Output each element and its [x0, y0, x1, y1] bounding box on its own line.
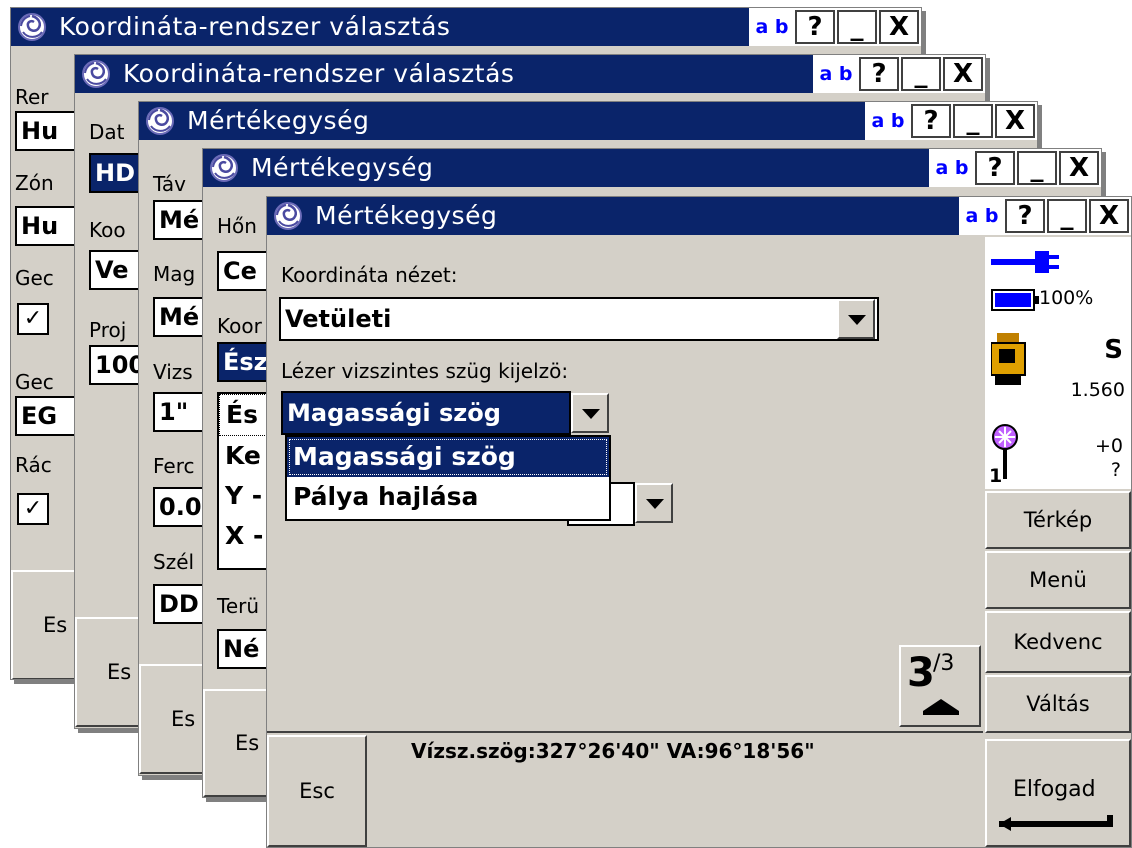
prism-offset: +0	[1094, 435, 1123, 457]
rose-app-icon	[273, 201, 303, 231]
minimize-button[interactable]: _	[837, 10, 877, 44]
field-label: Proj	[89, 318, 127, 342]
title-bar-controls: a b? _ X	[865, 102, 1037, 140]
instrument-height: 1.560	[1070, 379, 1125, 401]
rose-app-icon	[145, 106, 175, 136]
instrument-status-panel: 100% S 1.560 1 +0 ?	[985, 237, 1131, 489]
chevron-down-icon[interactable]	[837, 299, 875, 339]
title-bar-controls: a b? _ X	[959, 197, 1131, 235]
prism-number: 1	[989, 465, 1003, 487]
favorite-button[interactable]: Kedvenc	[985, 611, 1131, 673]
minimize-button[interactable]: _	[901, 57, 941, 91]
laser-display-label: Lézer vizszintes szüg kijelzö:	[281, 359, 569, 383]
title-bar: Mértékegység a b? _ X	[267, 197, 1131, 235]
field-label: Szél	[153, 550, 195, 574]
total-station-icon	[991, 333, 1026, 385]
input-mode-ab-icon[interactable]: a b	[865, 102, 911, 140]
page-number: 3	[907, 650, 935, 696]
field-label: Ferc	[153, 454, 195, 478]
window-title: Mértékegység	[187, 106, 370, 135]
title-bar: Mértékegység a b? _ X	[139, 102, 1037, 140]
help-button[interactable]: ?	[1005, 199, 1045, 233]
title-bar: Koordináta-rendszer választás a b? _ X	[75, 55, 985, 93]
input-mode-ab-icon[interactable]: a b	[959, 197, 1005, 235]
page-total: /3	[933, 651, 955, 676]
window-title: Koordináta-rendszer választás	[123, 59, 515, 88]
field-label: Táv	[153, 172, 186, 196]
title-bar-controls: a b? _ X	[813, 55, 985, 93]
rose-app-icon	[81, 59, 111, 89]
instrument-letter: S	[1104, 335, 1123, 365]
battery-icon	[991, 289, 1039, 311]
laser-display-select[interactable]: Magassági szög	[281, 391, 571, 435]
window-units-main: Mértékegység a b? _ X Koordináta nézet: Ve…	[266, 196, 1132, 848]
field-label: Vizs	[153, 360, 193, 384]
coord-view-select[interactable]: Vetületi	[279, 297, 879, 341]
collapse-arrow-icon	[923, 699, 959, 715]
minimize-button[interactable]: _	[1047, 199, 1087, 233]
accept-label: Elfogad	[1013, 777, 1096, 802]
help-button[interactable]: ?	[859, 57, 899, 91]
map-button[interactable]: Térkép	[985, 491, 1131, 549]
esc-button[interactable]: Esc	[267, 735, 367, 847]
menu-button[interactable]: Menü	[985, 551, 1131, 609]
accept-button[interactable]: Elfogad	[985, 739, 1131, 847]
grid-checkbox[interactable]: ✓	[17, 493, 49, 525]
power-plug-icon	[991, 251, 1059, 273]
field-label: Dat	[89, 120, 125, 144]
dropdown-option[interactable]: Pálya hajlása	[287, 477, 609, 517]
window-title: Mértékegység	[315, 201, 498, 230]
title-bar: Koordináta-rendszer választás a b? _ X	[11, 8, 921, 46]
geoid-checkbox[interactable]: ✓	[17, 303, 49, 335]
enter-key-icon	[999, 815, 1113, 831]
close-button[interactable]: X	[1089, 199, 1129, 233]
title-bar-controls: a b? _ X	[929, 149, 1101, 187]
help-button[interactable]: ?	[795, 10, 835, 44]
dropdown-option[interactable]: Magassági szög	[287, 437, 609, 477]
close-button[interactable]: X	[995, 104, 1035, 138]
chevron-down-icon[interactable]	[571, 393, 609, 433]
coord-view-label: Koordináta nézet:	[281, 263, 458, 287]
field-label: Gec	[15, 266, 54, 290]
window-title: Koordináta-rendszer választás	[59, 12, 451, 41]
angle-status-text: Vízsz.szög:327°26'40" VA:96°18'56"	[411, 739, 815, 763]
close-button[interactable]: X	[879, 10, 919, 44]
title-bar: Mértékegység a b? _ X	[203, 149, 1101, 187]
help-button[interactable]: ?	[911, 104, 951, 138]
input-mode-ab-icon[interactable]: a b	[749, 8, 795, 46]
minimize-button[interactable]: _	[953, 104, 993, 138]
field-label: Zón	[15, 171, 54, 195]
field-label: Gec	[15, 370, 54, 394]
window-title: Mértékegység	[251, 153, 434, 182]
help-button[interactable]: ?	[975, 151, 1015, 185]
input-mode-ab-icon[interactable]: a b	[929, 149, 975, 187]
close-button[interactable]: X	[1059, 151, 1099, 185]
switch-button[interactable]: Váltás	[985, 675, 1131, 733]
laser-display-dropdown: Magassági szög Pálya hajlása	[285, 435, 611, 521]
field-label: Hőn	[217, 214, 257, 238]
field-label: Rer	[15, 85, 49, 109]
field-label: Rác	[15, 453, 52, 477]
chevron-down-icon[interactable]	[635, 483, 673, 523]
prism-unknown: ?	[1110, 459, 1121, 481]
close-button[interactable]: X	[943, 57, 983, 91]
minimize-button[interactable]: _	[1017, 151, 1057, 185]
battery-percent: 100%	[1039, 287, 1094, 309]
page-indicator-button[interactable]: 3 /3	[899, 645, 981, 727]
field-label: Terü	[217, 594, 260, 618]
field-label: Mag	[153, 262, 196, 286]
field-label: Koo	[89, 218, 126, 242]
field-label: Koor	[217, 314, 262, 338]
rose-app-icon	[17, 12, 47, 42]
input-mode-ab-icon[interactable]: a b	[813, 55, 859, 93]
bottom-bar-divider	[267, 731, 983, 733]
title-bar-controls: a b? _ X	[749, 8, 921, 46]
rose-app-icon	[209, 153, 239, 183]
